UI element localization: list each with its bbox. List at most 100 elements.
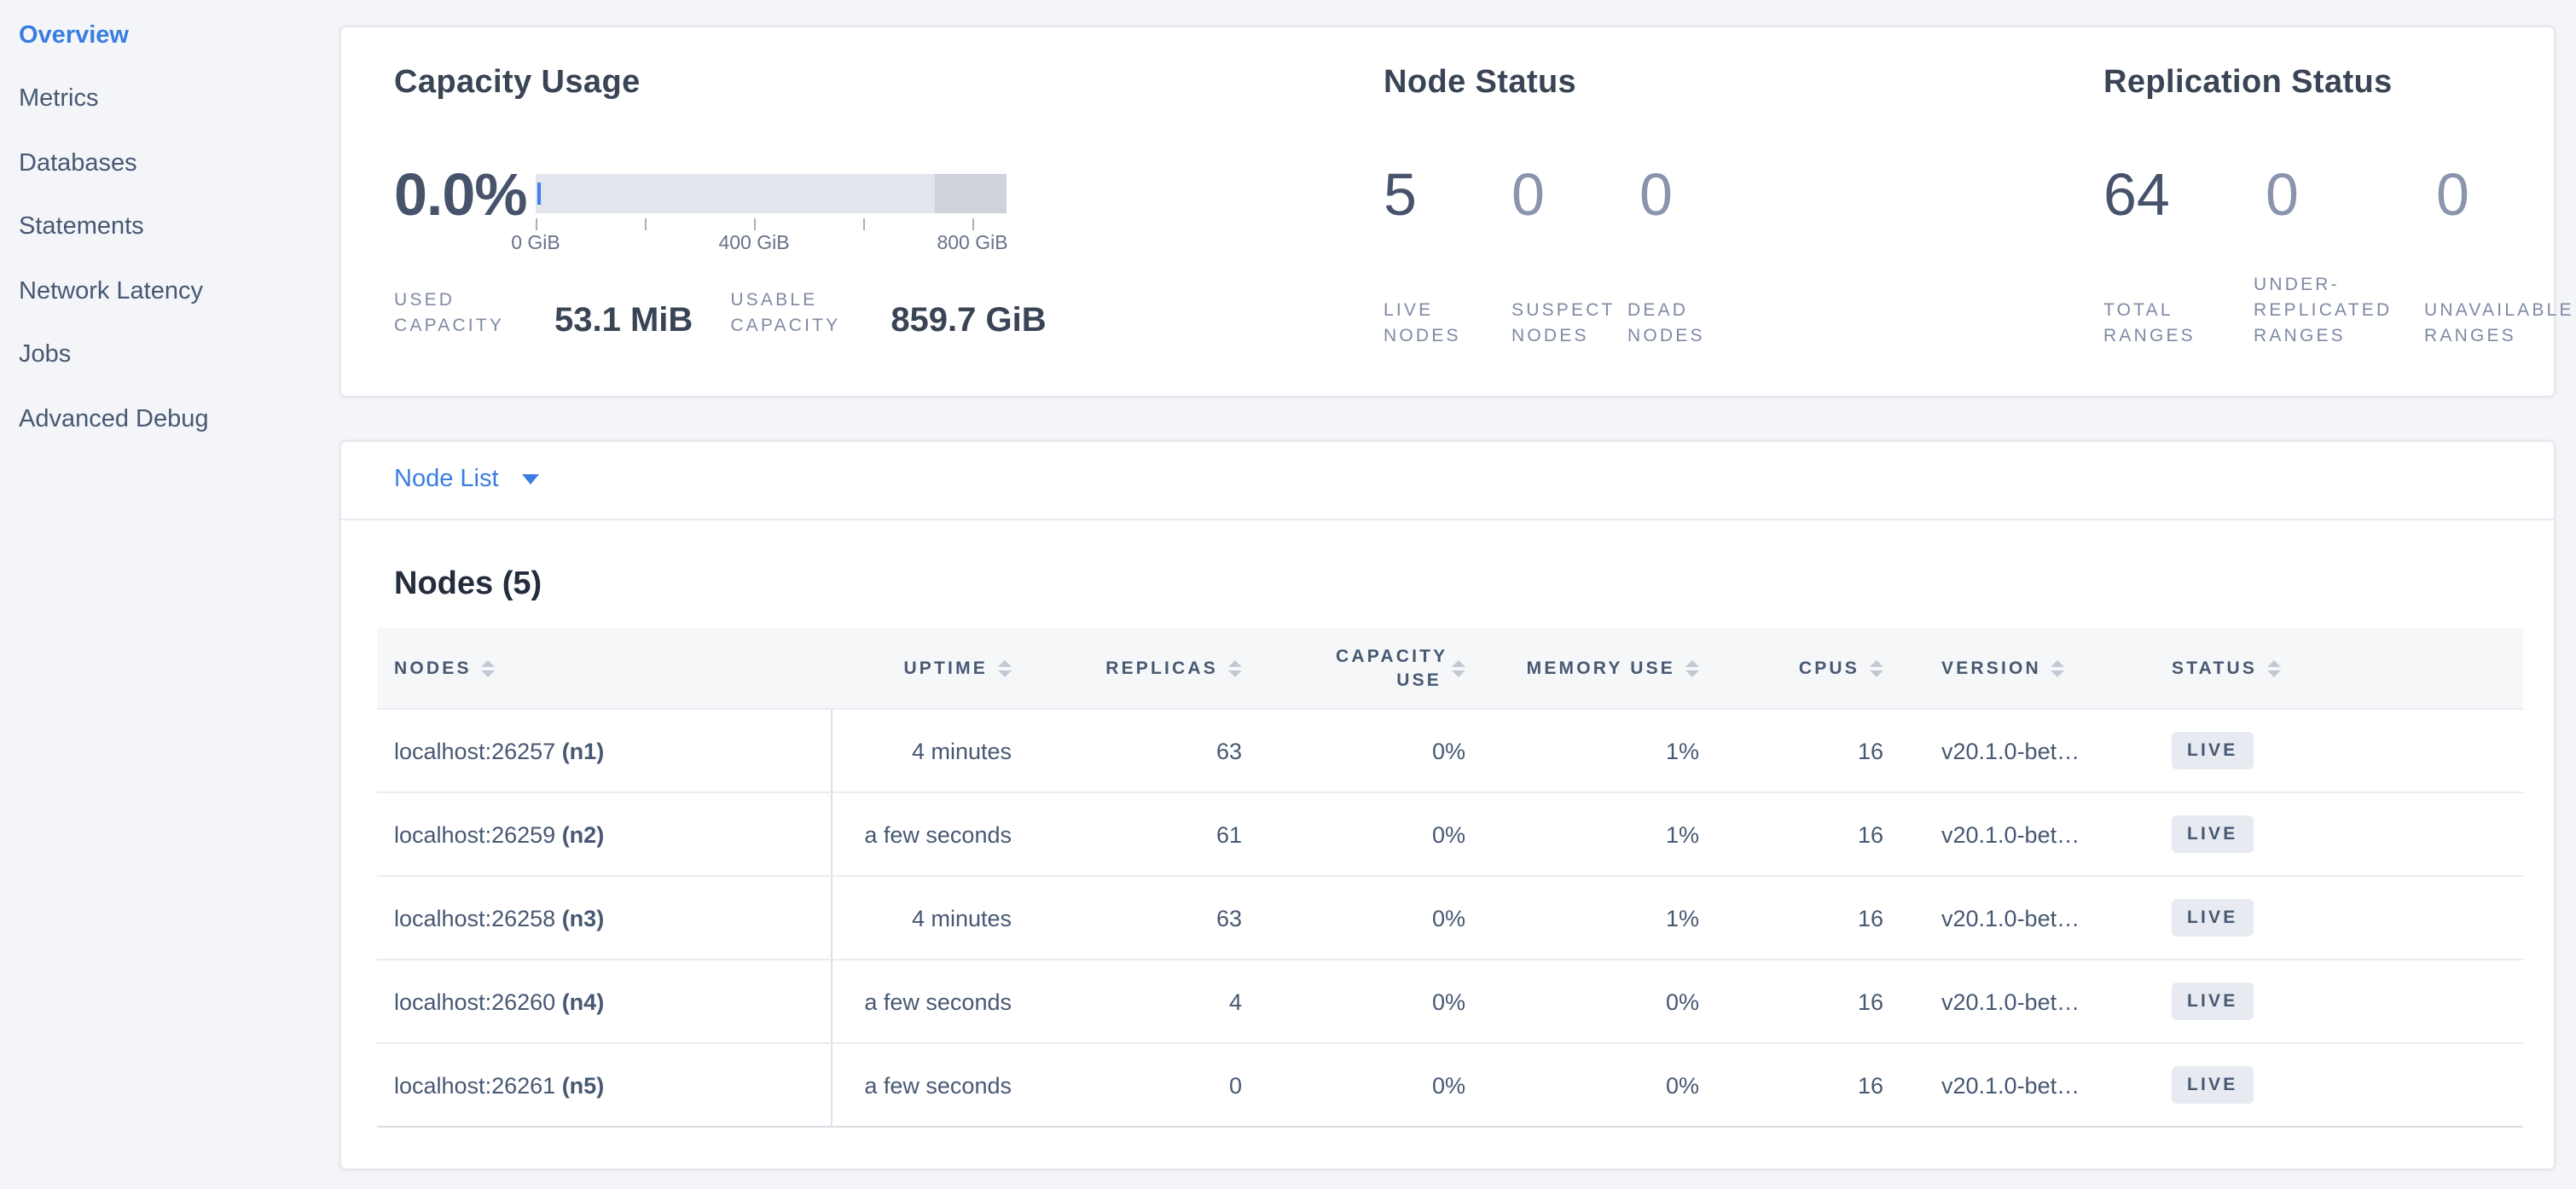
- under-replicated-ranges-label: UNDER-REPLICATED RANGES: [2254, 273, 2424, 350]
- sort-icon: [1870, 659, 1883, 676]
- memory-use-cell: 1%: [1465, 876, 1699, 960]
- status-cell: LIVE: [2131, 876, 2335, 960]
- column-header-uptime[interactable]: UPTIME: [831, 628, 1012, 709]
- sort-icon: [482, 659, 496, 676]
- node-address-link[interactable]: localhost:26257 (n1): [377, 709, 831, 792]
- node-list-dropdown-label: Node List: [394, 467, 499, 494]
- admin-ui-page: Overview Metrics Databases Statements Ne…: [0, 0, 2576, 1189]
- live-nodes-value: 5: [1384, 162, 1511, 230]
- capacity-use-cell: 0%: [1242, 709, 1465, 792]
- sort-icon: [998, 659, 1012, 676]
- axis-tick: [863, 218, 865, 230]
- under-replicated-ranges-value: 0: [2266, 162, 2436, 230]
- sort-icon: [2267, 659, 2281, 676]
- column-header-status[interactable]: STATUS: [2131, 628, 2335, 709]
- uptime-cell: 4 minutes: [831, 876, 1012, 960]
- uptime-cell: 4 minutes: [831, 709, 1012, 792]
- axis-tick: [645, 218, 647, 230]
- node-address-link[interactable]: localhost:26259 (n2): [377, 792, 831, 876]
- status-badge: LIVE: [2172, 983, 2254, 1020]
- cpus-cell: 16: [1699, 960, 1883, 1043]
- unavailable-ranges-label: UNAVAILABLE RANGES: [2424, 299, 2576, 350]
- replicas-cell: 63: [1012, 876, 1242, 960]
- status-badge: LIVE: [2172, 732, 2254, 769]
- axis-label: 0 GiB: [511, 234, 560, 254]
- capacity-use-cell: 0%: [1242, 960, 1465, 1043]
- node-list-card: Node List Nodes (5) NODES UPTIME REPLICA…: [339, 439, 2555, 1170]
- node-address-link[interactable]: localhost:26260 (n4): [377, 960, 831, 1043]
- status-cell: LIVE: [2131, 1043, 2335, 1127]
- column-header-cpus[interactable]: CPUS: [1699, 628, 1883, 709]
- capacity-usage-section: Capacity Usage 0.0% 0 GiB 400 GiB: [394, 27, 1375, 398]
- status-badge: LIVE: [2172, 899, 2254, 937]
- node-status-values: 5 0 0: [1384, 162, 1767, 230]
- node-address-link[interactable]: localhost:26261 (n5): [377, 1043, 831, 1127]
- capacity-axis: 0 GiB 400 GiB 800 GiB: [536, 213, 1007, 258]
- capacity-use-cell: 0%: [1242, 876, 1465, 960]
- column-header-nodes[interactable]: NODES: [377, 628, 831, 709]
- sidebar: Overview Metrics Databases Statements Ne…: [0, 0, 338, 1189]
- view-selector-strip: Node List: [340, 441, 2553, 520]
- axis-label: 400 GiB: [718, 234, 789, 254]
- sidebar-item-advanced-debug[interactable]: Advanced Debug: [0, 387, 338, 451]
- cpus-cell: 16: [1699, 709, 1883, 792]
- sort-icon: [2051, 659, 2065, 676]
- suspect-nodes-label: SUSPECT NODES: [1511, 299, 1627, 350]
- status-cell: LIVE: [2131, 709, 2335, 792]
- node-address-link[interactable]: localhost:26258 (n3): [377, 876, 831, 960]
- cluster-summary-card: Capacity Usage 0.0% 0 GiB 400 GiB: [339, 26, 2555, 397]
- memory-use-cell: 0%: [1465, 1043, 1699, 1127]
- total-ranges-label: TOTAL RANGES: [2103, 299, 2254, 350]
- sidebar-item-overview[interactable]: Overview: [0, 3, 338, 67]
- replicas-cell: 4: [1012, 960, 1242, 1043]
- version-cell: v20.1.0-bet…: [1883, 709, 2131, 792]
- axis-tick: [972, 218, 974, 230]
- version-cell: v20.1.0-bet…: [1883, 960, 2131, 1043]
- memory-use-cell: 0%: [1465, 960, 1699, 1043]
- uptime-cell: a few seconds: [831, 1043, 1012, 1127]
- cpus-cell: 16: [1699, 792, 1883, 876]
- axis-label: 800 GiB: [937, 234, 1007, 254]
- chevron-down-icon: [523, 475, 540, 485]
- uptime-cell: a few seconds: [831, 792, 1012, 876]
- memory-use-cell: 1%: [1465, 709, 1699, 792]
- node-list-dropdown[interactable]: Node List: [394, 467, 540, 494]
- replication-status-title: Replication Status: [2103, 65, 2393, 102]
- used-capacity-value: 53.1 MiB: [554, 302, 693, 339]
- replicas-cell: 61: [1012, 792, 1242, 876]
- column-header-memory-use[interactable]: MEMORY USE: [1465, 628, 1699, 709]
- replication-labels: TOTAL RANGES UNDER-REPLICATED RANGES UNA…: [2103, 268, 2576, 350]
- sidebar-item-jobs[interactable]: Jobs: [0, 323, 338, 387]
- capacity-usage-title: Capacity Usage: [394, 65, 641, 102]
- replication-status-section: Replication Status 64 0 0 TOTAL RANGES U…: [2103, 27, 2554, 398]
- capacity-use-cell: 0%: [1242, 1043, 1465, 1127]
- capacity-use-cell: 0%: [1242, 792, 1465, 876]
- version-cell: v20.1.0-bet…: [1883, 876, 2131, 960]
- table-row: localhost:26260 (n4) a few seconds 4 0% …: [377, 960, 2522, 1043]
- node-status-title: Node Status: [1384, 65, 1576, 102]
- table-header-row: NODES UPTIME REPLICAS CAPACITY USE MEMOR…: [377, 628, 2522, 709]
- column-header-replicas[interactable]: REPLICAS: [1012, 628, 1242, 709]
- column-header-capacity-use[interactable]: CAPACITY USE: [1242, 628, 1465, 709]
- usable-capacity-label: USABLE CAPACITY: [730, 288, 863, 339]
- capacity-bar-reserved-segment: [934, 174, 1007, 213]
- capacity-used-marker: [537, 183, 541, 205]
- live-nodes-label: LIVE NODES: [1384, 299, 1511, 350]
- sidebar-item-databases[interactable]: Databases: [0, 131, 338, 195]
- node-status-labels: LIVE NODES SUSPECT NODES DEAD NODES: [1384, 268, 1755, 350]
- sort-icon: [1452, 659, 1465, 676]
- table-row: localhost:26258 (n3) 4 minutes 63 0% 1% …: [377, 876, 2522, 960]
- replication-values: 64 0 0: [2103, 162, 2576, 230]
- sidebar-item-metrics[interactable]: Metrics: [0, 67, 338, 131]
- capacity-bar: [536, 174, 1007, 213]
- dead-nodes-label: DEAD NODES: [1627, 299, 1755, 350]
- sidebar-item-statements[interactable]: Statements: [0, 195, 338, 259]
- column-header-version[interactable]: VERSION: [1883, 628, 2131, 709]
- total-ranges-value: 64: [2103, 162, 2266, 230]
- sidebar-item-network-latency[interactable]: Network Latency: [0, 259, 338, 323]
- replicas-cell: 0: [1012, 1043, 1242, 1127]
- capacity-percent: 0.0%: [394, 162, 527, 230]
- uptime-cell: a few seconds: [831, 960, 1012, 1043]
- axis-tick: [754, 218, 756, 230]
- capacity-bar-chart: 0 GiB 400 GiB 800 GiB: [536, 174, 1007, 258]
